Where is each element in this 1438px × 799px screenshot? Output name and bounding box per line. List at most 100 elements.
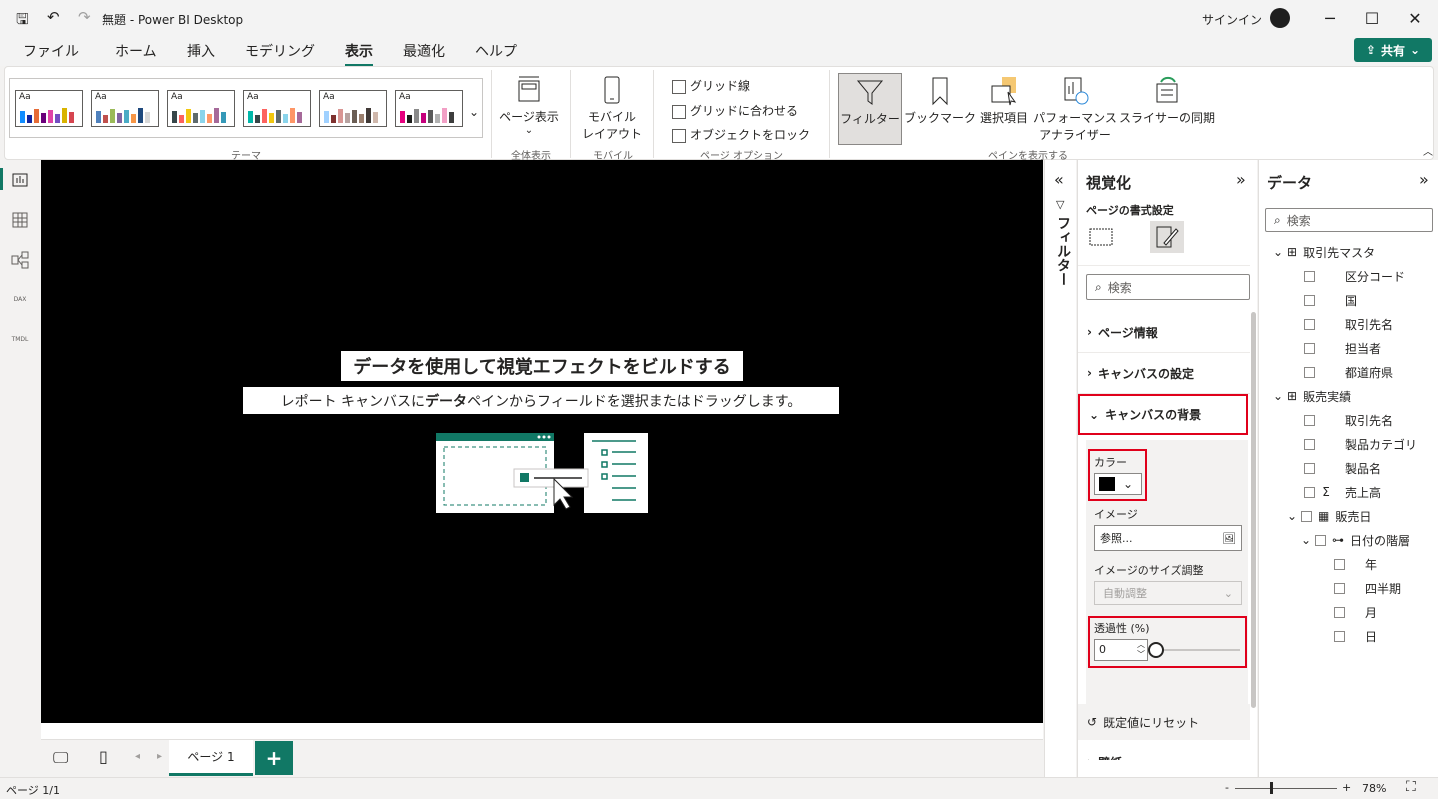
mobile-view-icon[interactable]: ▯	[99, 747, 108, 766]
viz-scrollbar[interactable]	[1251, 312, 1256, 708]
transparency-input[interactable]: 0 ︿ ﹀	[1094, 639, 1148, 661]
field-checkbox[interactable]	[1304, 342, 1315, 354]
desktop-view-icon[interactable]: 🖵	[53, 748, 68, 768]
hierarchy-level[interactable]: 日	[1334, 626, 1377, 646]
account-icon[interactable]	[1270, 8, 1290, 28]
field-checkbox[interactable]	[1304, 414, 1315, 426]
transparency-slider-track[interactable]	[1156, 649, 1240, 651]
field-checkbox[interactable]	[1334, 582, 1345, 594]
collapse-icon[interactable]: »	[1236, 170, 1246, 189]
theme-option[interactable]: Aa	[395, 90, 463, 127]
scroll-left-icon[interactable]: ◂	[135, 751, 140, 762]
lock-objects-checkbox[interactable]: オブジェクトをロック	[672, 126, 810, 143]
field-checkbox[interactable]	[1301, 510, 1312, 522]
section-canvas-background[interactable]: ⌄ キャンバスの背景	[1078, 394, 1248, 435]
field-checkbox[interactable]	[1304, 486, 1315, 498]
tab-home[interactable]: ホーム	[115, 41, 157, 61]
page-view-button[interactable]: ページ表示 ⌄	[499, 75, 559, 136]
hierarchy-node[interactable]: ⌄ ⊶ 日付の階層	[1301, 530, 1410, 550]
field-item[interactable]: 取引先名	[1304, 410, 1393, 430]
theme-option[interactable]: Aa	[167, 90, 235, 127]
field-checkbox[interactable]	[1304, 438, 1315, 450]
table-node[interactable]: ⌄ ⊞ 販売実績	[1273, 386, 1351, 406]
add-page-button[interactable]: +	[255, 741, 293, 775]
browse-image-field[interactable]: 参照... 🖼	[1094, 525, 1242, 551]
model-view-icon[interactable]	[10, 250, 30, 270]
tab-view[interactable]: 表示	[345, 41, 373, 66]
color-picker[interactable]: ⌄	[1094, 473, 1142, 495]
field-checkbox[interactable]	[1334, 630, 1345, 642]
field-item[interactable]: 取引先名	[1304, 314, 1393, 334]
image-fit-select[interactable]: 自動調整 ⌄	[1094, 581, 1242, 605]
table-node[interactable]: ⌄ ⊞ 取引先マスタ	[1273, 242, 1375, 262]
tmdl-view-icon[interactable]: TMDL	[10, 330, 30, 350]
sync-slicers-button[interactable]: スライサーの同期	[1119, 76, 1215, 126]
redo-icon[interactable]: ↷	[78, 8, 91, 26]
save-icon[interactable]: 🖫	[16, 9, 29, 34]
zoom-slider-thumb[interactable]	[1270, 782, 1273, 794]
field-item[interactable]: Σ 売上高	[1304, 482, 1381, 502]
signin-link[interactable]: サインイン	[1202, 11, 1262, 28]
performance-analyzer-button[interactable]: パフォーマンス アナライザー	[1032, 76, 1118, 143]
theme-option[interactable]: Aa	[243, 90, 311, 127]
transparency-slider-thumb[interactable]	[1148, 642, 1164, 658]
theme-option[interactable]: Aa	[15, 90, 83, 127]
dax-query-icon[interactable]: DAX	[10, 290, 30, 310]
maximize-button[interactable]: ☐	[1349, 0, 1395, 36]
spinner-icon[interactable]: ︿ ﹀	[1137, 640, 1145, 660]
zoom-out-button[interactable]: -	[1225, 781, 1229, 794]
field-item[interactable]: 製品カテゴリ	[1304, 434, 1417, 454]
field-item[interactable]: 製品名	[1304, 458, 1381, 478]
date-field-node[interactable]: ⌄ ▦ 販売日	[1287, 506, 1371, 526]
filter-pane-collapsed[interactable]: « ▽ フィルター	[1044, 160, 1076, 777]
report-view-icon[interactable]	[10, 170, 30, 190]
tab-help[interactable]: ヘルプ	[475, 41, 517, 61]
tab-insert[interactable]: 挿入	[187, 41, 215, 61]
gridlines-checkbox[interactable]: グリッド線	[672, 77, 750, 94]
hierarchy-level[interactable]: 月	[1334, 602, 1377, 622]
field-item[interactable]: 都道府県	[1304, 362, 1393, 382]
collapse-ribbon-icon[interactable]: ︿	[1423, 143, 1433, 158]
build-visual-icon[interactable]	[1088, 224, 1114, 250]
fit-to-page-icon[interactable]: ⛶	[1406, 779, 1416, 795]
expand-icon[interactable]: «	[1054, 170, 1064, 189]
collapse-icon[interactable]: »	[1419, 170, 1429, 189]
bookmark-pane-button[interactable]: ブックマーク	[904, 76, 976, 126]
hierarchy-level[interactable]: 四半期	[1334, 578, 1401, 598]
field-checkbox[interactable]	[1315, 534, 1326, 546]
field-item[interactable]: 区分コード	[1304, 266, 1405, 286]
theme-option[interactable]: Aa	[91, 90, 159, 127]
scroll-right-icon[interactable]: ▸	[157, 751, 162, 762]
field-checkbox[interactable]	[1304, 462, 1315, 474]
field-checkbox[interactable]	[1334, 558, 1345, 570]
format-page-tab[interactable]	[1150, 221, 1184, 253]
section-canvas-settings[interactable]: › キャンバスの設定	[1078, 353, 1250, 394]
field-checkbox[interactable]	[1304, 294, 1315, 306]
field-checkbox[interactable]	[1304, 270, 1315, 282]
field-item[interactable]: 担当者	[1304, 338, 1381, 358]
section-page-info[interactable]: › ページ情報	[1078, 312, 1250, 353]
filter-pane-button[interactable]: フィルター	[838, 73, 902, 145]
snap-grid-checkbox[interactable]: グリッドに合わせる	[672, 102, 798, 119]
viz-search-input[interactable]: ⌕ 検索	[1086, 274, 1250, 300]
page-tab[interactable]: ページ 1	[169, 740, 253, 776]
table-view-icon[interactable]	[10, 210, 30, 230]
undo-icon[interactable]: ↶	[47, 8, 60, 26]
zoom-in-button[interactable]: +	[1342, 781, 1351, 794]
selection-pane-button[interactable]: 選択項目	[978, 76, 1030, 126]
field-checkbox[interactable]	[1334, 606, 1345, 618]
reset-default-button[interactable]: ↺ 既定値にリセット	[1078, 704, 1250, 740]
theme-expand-icon[interactable]: ⌄	[469, 105, 479, 119]
zoom-slider[interactable]	[1235, 788, 1337, 789]
minimize-button[interactable]: ─	[1307, 0, 1353, 36]
share-button[interactable]: ⇪ 共有 ⌄	[1354, 38, 1432, 62]
tab-file[interactable]: ファイル	[23, 41, 79, 61]
field-item[interactable]: 国	[1304, 290, 1357, 310]
close-button[interactable]: ✕	[1392, 0, 1438, 36]
tab-modeling[interactable]: モデリング	[245, 41, 315, 61]
hierarchy-level[interactable]: 年	[1334, 554, 1377, 574]
field-checkbox[interactable]	[1304, 366, 1315, 378]
theme-option[interactable]: Aa	[319, 90, 387, 127]
tab-optimize[interactable]: 最適化	[403, 41, 445, 61]
mobile-layout-button[interactable]: モバイル レイアウト	[579, 75, 645, 142]
